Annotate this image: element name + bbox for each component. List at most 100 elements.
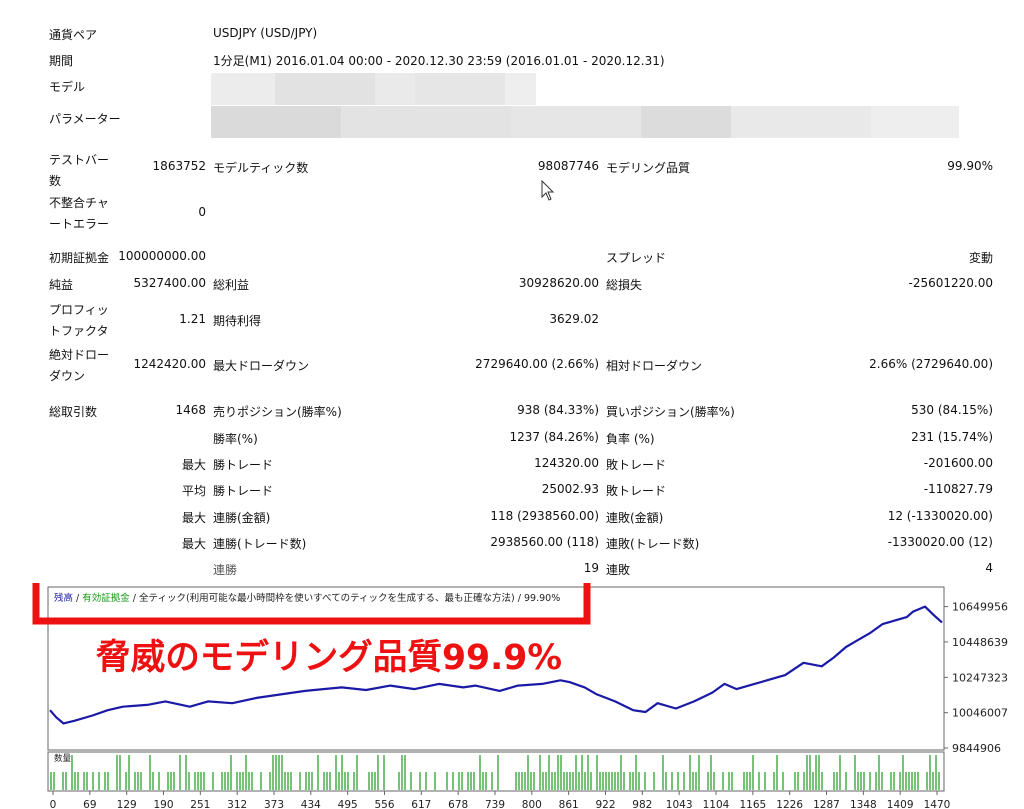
x-tick-label: 556 [374,799,394,809]
total-trades-label: 総取引数 [49,405,98,419]
initial-deposit-value: 100000000.00 [118,249,206,263]
test-bars-label: テストバー数 [49,153,110,188]
y-tick-label: 10046007 [952,707,1008,720]
largest-loss-value: -201600.00 [923,456,993,470]
spread-label: スプレッド [606,251,667,265]
x-tick-label: 190 [153,799,173,809]
annotation-text: 脅威のモデリング品質99.9% [96,637,562,678]
legend-balance: 残高 [54,592,73,604]
average-prefix: 平均 [181,484,206,498]
max-consec-count-prefix: 最大 [181,537,206,551]
x-tick-label: 373 [264,799,284,809]
legend-separator: / [73,593,82,604]
x-tick-label: 1409 [887,799,914,809]
x-tick-label: 861 [559,799,579,809]
max-consec-wins-value: 118 (2938560.00) [490,509,599,523]
x-tick-label: 312 [227,799,247,809]
x-tick-label: 69 [83,799,96,809]
long-positions-label: 買いポジション(勝率%) [606,405,735,419]
currency-pair-value: USDJPY (USD/JPY) [213,26,318,40]
largest-win-label: 勝トレード [213,458,274,472]
mismatch-errors-value: 0 [198,205,206,219]
y-tick-label: 9844906 [952,742,1001,755]
x-tick-label: 251 [190,799,210,809]
x-tick-label: 1226 [776,799,803,809]
avg-consec-wins-value: 19 [583,561,599,575]
win-rate-label: 勝率(%) [213,432,258,446]
max-consec-profit-count-value: 2938560.00 (118) [490,535,599,549]
max-consec-wins-label: 連勝(金額) [213,511,271,525]
test-bars-value: 1863752 [152,159,206,173]
x-tick-label: 1348 [850,799,877,809]
balance-chart: 10649956 10448639 10247323 10046007 9844906 0… [32,583,1008,809]
absolute-drawdown-value: 1242420.00 [133,357,206,371]
model-ticks-label: モデルティック数 [213,161,309,175]
x-tick-label: 434 [301,799,321,809]
chart-legend: 残高 / 有効証拠金 / 全ティック(利用可能な最小時間枠を使いすべてのティック… [54,592,560,604]
expected-payoff-value: 3629.02 [549,312,599,326]
gross-profit-label: 総利益 [213,278,250,292]
x-tick-label: 1043 [666,799,693,809]
legend-quality: / 99.90% [515,593,560,604]
modeling-quality-value: 99.90% [947,159,993,173]
win-rate-value: 1237 (84.26%) [509,430,599,444]
mouse-cursor-icon [541,180,555,201]
largest-loss-label: 敗トレード [606,458,667,472]
average-win-value: 25002.93 [541,482,599,496]
max-consec-profit-count-label: 連勝(トレード数) [213,537,307,551]
currency-pair-label: 通貨ペア [49,28,98,42]
average-win-label: 勝トレード [213,484,274,498]
max-consec-loss-count-value: -1330020.00 (12) [887,535,993,549]
period-label: 期間 [49,54,74,68]
short-positions-label: 売りポジション(勝率%) [213,405,342,419]
x-tick-label: 495 [338,799,358,809]
avg-consec-losses-label: 連敗 [606,563,631,577]
max-consec-losses-value: 12 (-1330020.00) [887,509,993,523]
long-positions-value: 530 (84.15%) [911,403,993,417]
model-label: モデル [49,80,86,94]
mismatch-errors-label: 不整合チャ ートエラー [49,196,110,231]
short-positions-value: 938 (84.33%) [517,403,599,417]
expected-payoff-label: 期待利得 [213,314,262,328]
y-tick-label: 10448639 [952,636,1008,649]
x-tick-label: 922 [595,799,615,809]
gross-profit-value: 30928620.00 [518,276,599,290]
volume-label: 数量 [54,753,72,764]
total-trades-value: 1468 [175,403,206,417]
profit-factor-value: 1.21 [179,312,206,326]
relative-drawdown-value: 2.66% (2729640.00) [869,357,993,371]
initial-deposit-label: 初期証拠金 [49,251,110,265]
absolute-drawdown-label: 絶対ドロー ダウン [49,348,110,383]
gross-loss-value: -25601220.00 [908,276,994,290]
loss-rate-value: 231 (15.74%) [911,430,993,444]
relative-drawdown-label: 相対ドローダウン [606,359,703,373]
net-profit-value: 5327400.00 [133,276,206,290]
legend-separator: / [130,593,139,604]
max-consec-losses-label: 連敗(金額) [606,511,664,525]
model-ticks-value: 98087746 [537,159,599,173]
average-loss-label: 敗トレード [606,484,667,498]
x-tick-label: 0 [50,799,57,809]
y-tick-label: 10247323 [952,671,1008,684]
balance-chart-area: 10649956 10448639 10247323 10046007 9844906 0… [0,583,1024,809]
x-tick-label: 800 [522,799,542,809]
maximal-drawdown-value: 2729640.00 (2.66%) [475,357,599,371]
avg-consec-losses-value: 4 [985,561,993,575]
legend-equity: 有効証拠金 [82,592,130,604]
x-tick-label: 1287 [813,799,840,809]
spread-value: 変動 [968,251,993,265]
parameters-label: パラメーター [49,112,121,126]
max-consec-prefix: 最大 [181,511,206,525]
largest-prefix: 最大 [181,458,206,472]
max-consec-loss-count-label: 連敗(トレード数) [606,537,700,551]
legend-ticks: 全ティック(利用可能な最小時間枠を使いすべてのティックを生成する、最も正確な方法… [139,592,515,604]
gross-loss-label: 総損失 [606,278,643,292]
x-tick-label: 1470 [924,799,951,809]
x-tick-label: 982 [632,799,652,809]
average-loss-value: -110827.79 [923,482,993,496]
x-tick-label: 129 [117,799,137,809]
period-value: 1分足(M1) 2016.01.04 00:00 - 2020.12.30 23… [213,54,665,68]
x-tick-label: 1165 [739,799,766,809]
net-profit-label: 純益 [49,278,74,292]
largest-win-value: 124320.00 [534,456,599,470]
